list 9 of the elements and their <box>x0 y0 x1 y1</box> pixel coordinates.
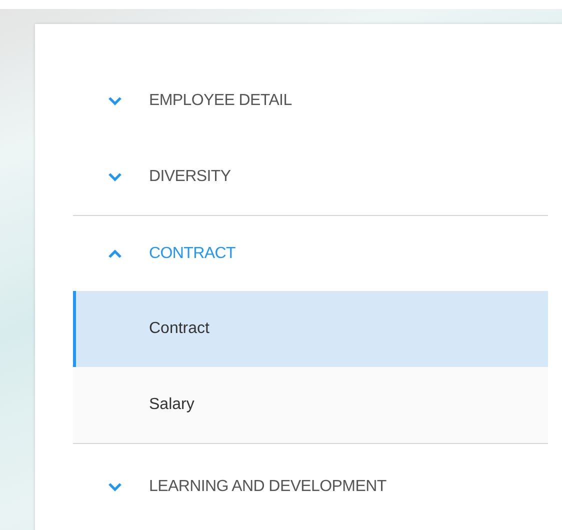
chevron-down-icon <box>108 96 122 106</box>
sub-item[interactable]: Salary <box>73 367 548 443</box>
section-header[interactable]: EMPLOYEE DETAIL <box>73 63 548 139</box>
section-header[interactable]: DIVERSITY <box>73 139 548 215</box>
chevron-down-icon <box>108 482 122 492</box>
chevron-up-icon <box>108 249 122 258</box>
sub-item[interactable]: Contract <box>73 291 548 367</box>
chevron-down-icon <box>108 172 122 182</box>
section-header[interactable]: LEARNING AND DEVELOPMENT <box>73 449 548 525</box>
